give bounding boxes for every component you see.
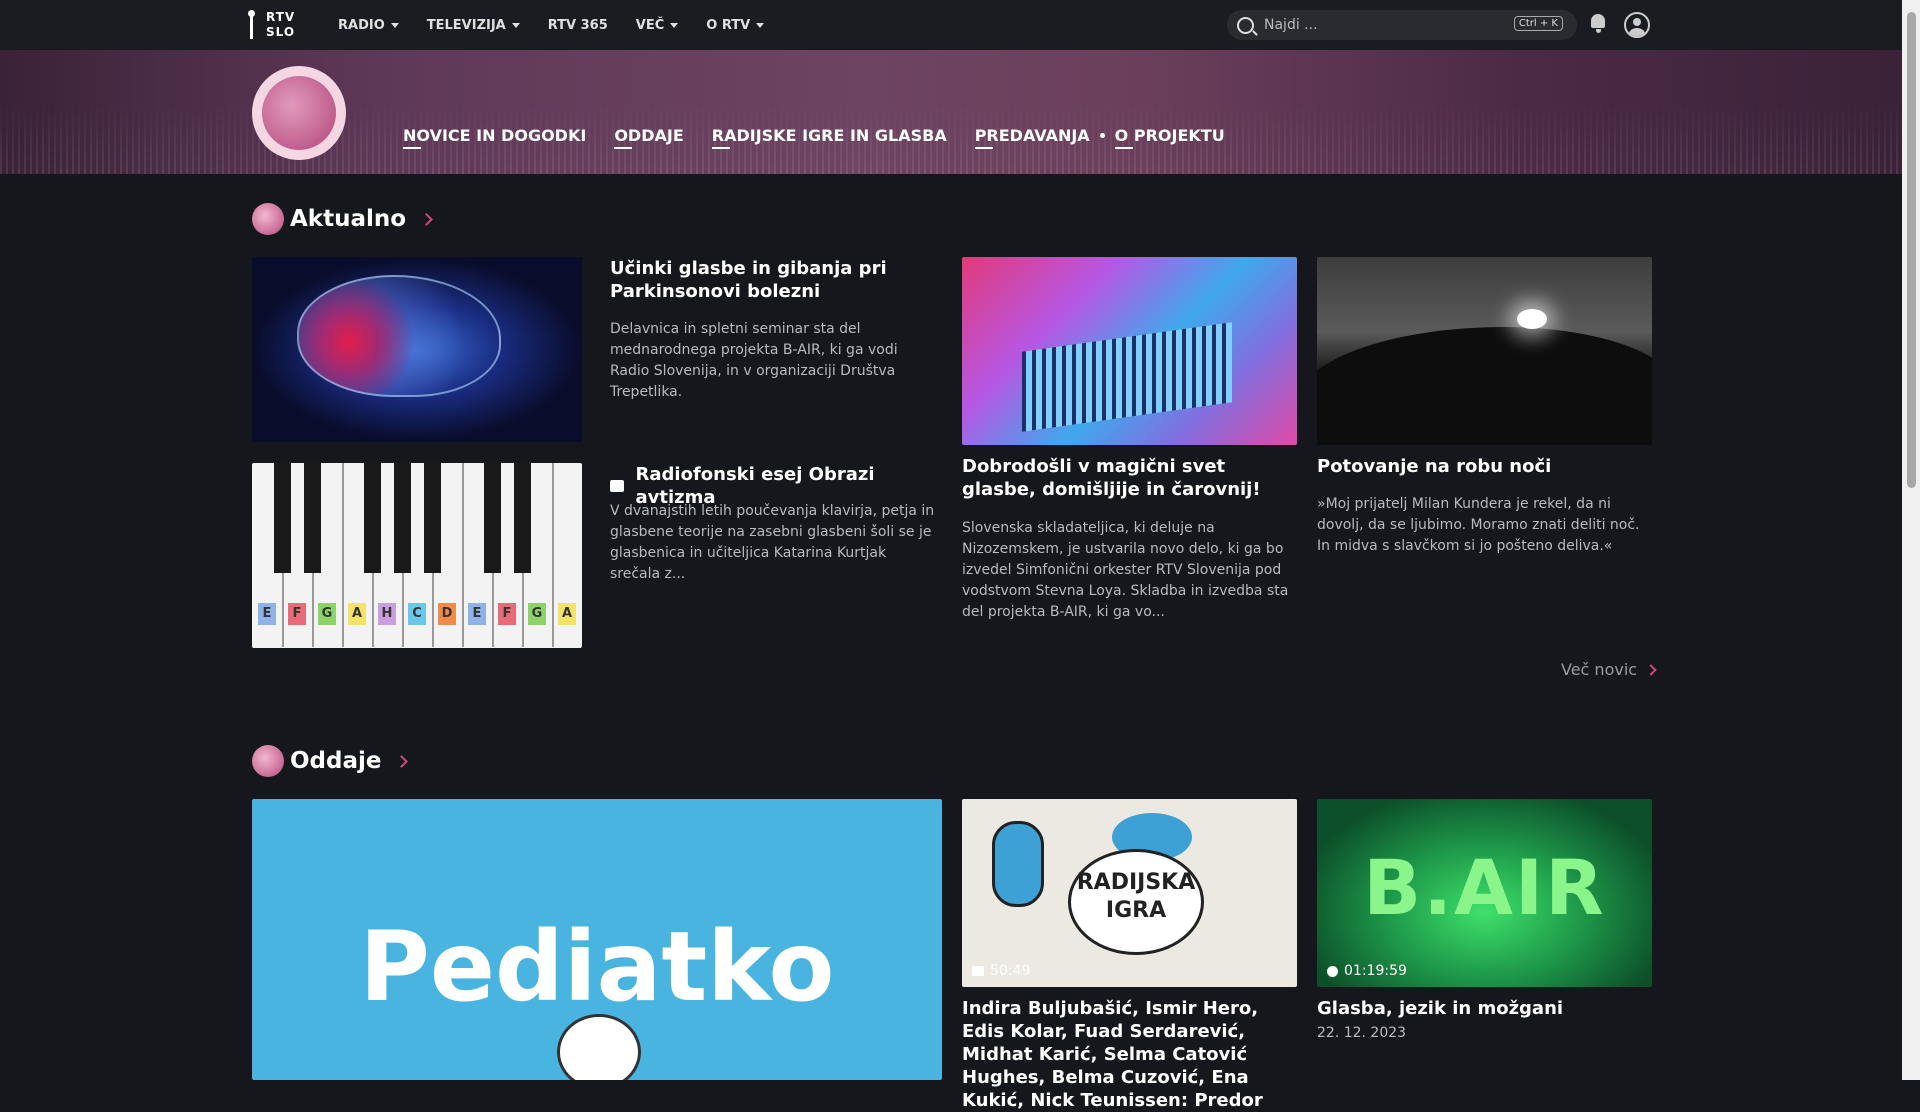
page-scrollbar[interactable] [1902,0,1920,1080]
article-title[interactable]: Učinki glasbe in gibanja pri Parkinsonov… [610,257,930,303]
piano-key-label: G [318,603,336,625]
panda-illustration [557,1014,641,1080]
article-image-piano[interactable]: EFGAHCDEFGA [252,463,582,648]
caret-down-icon [511,22,520,28]
duration-overlay: 50:49 [972,963,1030,979]
show-title[interactable]: Indira Buljubašić, Ismir Hero, Edis Kola… [962,997,1302,1112]
nav-item-rtv365[interactable]: RTV 365 [548,18,608,33]
speaker-icon [972,966,984,976]
caret-down-icon [756,22,765,28]
duration: 50:49 [990,963,1031,979]
subnav-o-projektu[interactable]: O PROJEKTU [1114,126,1225,149]
piano-black-key [484,463,501,573]
speaker-icon [610,480,624,492]
piano-key-label: E [258,603,276,625]
image-caption: B.AIR [1363,843,1606,932]
image-caption: RADIJSKA IGRA [1076,870,1196,923]
chevron-right-icon [395,754,409,768]
section-logo-icon [252,745,284,777]
section-logo-icon [252,203,284,235]
piano-black-key [424,463,441,573]
nav-item-televizija[interactable]: TELEVIZIJA [427,18,520,33]
piano-black-key [304,463,321,573]
section-header-oddaje[interactable]: Oddaje [252,745,409,777]
logo-disc [262,76,336,150]
search-icon [1237,16,1254,34]
subnav-predavanja[interactable]: PREDAVANJA [974,126,1090,149]
hill-silhouette [1317,327,1652,445]
duration: 01:19:59 [1344,963,1407,979]
article-summary: Delavnica in spletni seminar sta del med… [610,321,898,400]
notification-bell-icon[interactable] [1591,14,1605,33]
subnav-dot [1099,133,1105,138]
chevron-right-icon [1645,663,1657,676]
caret-down-icon [390,22,399,28]
scrollbar-thumb[interactable] [1907,12,1916,488]
article-summary: V dvanajstih letih poučevanja klavirja, … [610,503,935,582]
nav-label: RADIO [338,17,385,33]
nav-label: TELEVIZIJA [426,17,506,33]
piano-key-label: F [498,603,516,625]
piano-key-label: H [378,603,396,625]
user-account-icon[interactable] [1624,12,1650,38]
section-header-aktualno[interactable]: Aktualno [252,203,433,235]
nav-label: O RTV [706,17,751,33]
section-title: Oddaje [290,748,382,774]
article-image-magic[interactable] [962,257,1297,445]
piano-black-key [274,463,291,573]
piano-black-key [364,463,381,573]
show-card-bair[interactable]: B.AIR 01:19:59 [1317,799,1652,987]
article-image-brain[interactable] [252,257,582,442]
show-logo-text: Pediatko [359,911,835,1023]
piano-black-key [394,463,411,573]
show-date: 22. 12. 2023 [1317,1025,1407,1041]
piano-key-label: C [408,603,426,625]
article-summary: »Moj prijatelj Milan Kundera je rekel, d… [1317,496,1640,554]
logo-figure-icon [248,10,261,39]
piano-key-label: A [348,603,366,625]
microphone-illustration [992,821,1044,907]
subnav-oddaje[interactable]: ODDAJE [614,126,684,149]
subnav-radijske-igre-in-glasba[interactable]: RADIJSKE IGRE IN GLASBA [711,126,947,149]
nav-item-vec[interactable]: VEČ [635,17,679,33]
piano-key-label: F [288,603,306,625]
piano-key-label: A [558,603,576,625]
piano-key-label: D [438,603,456,625]
logo-text-line1: RTV [266,10,296,24]
machine-illustration [1022,322,1232,432]
more-news-label: Več novic [1561,660,1638,679]
article-title[interactable]: Dobrodošli v magični svet glasbe, domišl… [962,455,1297,501]
search-box[interactable]: Ctrl + K [1227,10,1577,40]
show-card-radijska-igra[interactable]: RADIJSKA IGRA 50:49 [962,799,1297,987]
article-title[interactable]: Potovanje na robu noči [1317,455,1652,478]
article-summary: Slovenska skladateljica, ki deluje na Ni… [962,520,1289,620]
search-shortcut-badge: Ctrl + K [1513,16,1563,31]
more-news-link[interactable]: Več novic [1561,660,1657,679]
nav-item-o-rtv[interactable]: O RTV [706,17,765,33]
nav-label: RTV 365 [547,17,608,33]
piano-key-label: E [468,603,486,625]
brain-illustration [297,275,501,397]
piano-key-label: G [528,603,546,625]
article-image-night[interactable] [1317,257,1652,445]
piano-black-key [514,463,531,573]
logo-text-line2: SLO [266,25,296,39]
podcast-icon [1327,965,1338,977]
nav-label: VEČ [635,17,665,33]
search-input[interactable] [1262,16,1526,34]
show-title[interactable]: Glasba, jezik in možgani [1317,997,1652,1020]
section-title: Aktualno [290,206,407,232]
show-card-pediatko[interactable]: Pediatko [252,799,942,1080]
rtv-slo-logo[interactable]: RTV SLO [248,9,302,41]
subnav-novice-in-dogodki[interactable]: NOVICE IN DOGODKI [403,126,586,149]
duration-overlay: 01:19:59 [1327,963,1407,979]
moon-glow [1517,309,1547,329]
caret-down-icon [670,22,679,28]
main-nav: RADIO TELEVIZIJA RTV 365 VEČ O RTV [338,0,792,50]
program-subnav: NOVICE IN DOGODKI ODDAJE RADIJSKE IGRE I… [403,126,1253,149]
chevron-right-icon [420,212,433,226]
nav-item-radio[interactable]: RADIO [338,18,399,33]
top-navigation-bar: RTV SLO RADIO TELEVIZIJA RTV 365 VEČ O R… [0,0,1902,50]
art-infinity-radio-logo[interactable] [252,66,346,160]
